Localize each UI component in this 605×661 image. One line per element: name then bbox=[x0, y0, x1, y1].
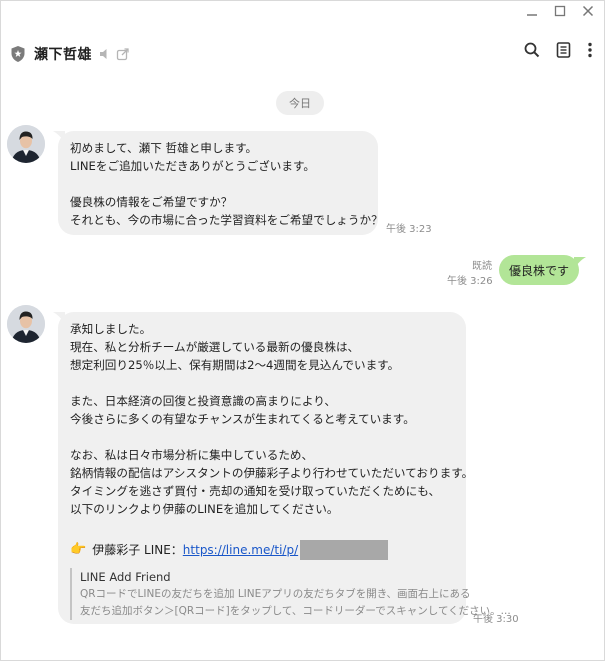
notes-icon[interactable] bbox=[556, 42, 571, 58]
link-row: 👉 伊藤彩子 LINE： https://line.me/ti/p/ bbox=[70, 540, 454, 560]
message-line: 以下のリンクより伊藤のLINEを追加してください。 bbox=[70, 502, 339, 516]
pointing-hand-icon: 👉 bbox=[70, 542, 87, 557]
message-line: 優良株の情報をご希望ですか？ bbox=[70, 195, 233, 209]
line-friend-link[interactable]: https://line.me/ti/p/ bbox=[183, 541, 298, 559]
message-line: なお、私は日々市場分析に集中しているため、 bbox=[70, 448, 314, 462]
avatar[interactable] bbox=[7, 125, 45, 163]
message-timestamp: 午後 3:30 bbox=[473, 614, 519, 625]
read-receipt: 既読 bbox=[472, 261, 492, 272]
window-controls bbox=[525, 4, 595, 18]
message-bubble-1[interactable]: 初めまして、瀬下 哲雄と申します。 LINEをご追加いただきありがとうございます… bbox=[58, 131, 383, 235]
message-timestamp: 午後 3:23 bbox=[386, 224, 432, 235]
more-menu-icon[interactable] bbox=[587, 42, 593, 58]
date-divider: 今日 bbox=[276, 91, 324, 115]
message-line: 想定利回り25％以上、保有期間は2〜4週間を見込んでいます。 bbox=[70, 358, 400, 372]
message-line: 初めまして、瀬下 哲雄と申します。 bbox=[70, 141, 258, 155]
link-preview-card[interactable]: LINE Add Friend QRコードでLINEの友だちを追加 LINEアプ… bbox=[70, 568, 511, 620]
message-line bbox=[70, 175, 366, 193]
maximize-icon[interactable] bbox=[553, 4, 567, 18]
message-line: 承知しました。 bbox=[70, 322, 152, 336]
preview-description: QRコードでLINEの友だちを追加 LINEアプリの友だちタブを開き、画面右上に… bbox=[80, 588, 471, 600]
mute-icon bbox=[100, 49, 107, 59]
my-message-bubble[interactable]: 優良株です bbox=[499, 255, 579, 285]
minimize-icon[interactable] bbox=[525, 4, 539, 18]
official-shield-icon bbox=[11, 46, 25, 62]
message-line bbox=[70, 428, 454, 446]
search-icon[interactable] bbox=[524, 42, 540, 58]
message-line: それとも、今の市場に合った学習資料をご希望でしょうか？ bbox=[70, 213, 383, 227]
message-bubble-3[interactable]: 承知しました。 現在、私と分析チームが厳選している最新の優良株は、 想定利回り2… bbox=[58, 312, 511, 624]
message-line: 現在、私と分析チームが厳選している最新の優良株は、 bbox=[70, 340, 360, 354]
message-line: 今後さらに多くの有望なチャンスが生まれてくると考えています。 bbox=[70, 412, 415, 426]
preview-title: LINE Add Friend bbox=[80, 570, 171, 584]
chat-title: 瀬下哲雄 bbox=[34, 47, 92, 63]
avatar[interactable] bbox=[7, 305, 45, 343]
message-line: 銘柄情報の配信はアシスタントの伊藤彩子より行わせていただいております。 bbox=[70, 466, 474, 480]
message-line: LINEをご追加いただきありがとうございます。 bbox=[70, 159, 315, 173]
message-timestamp: 午後 3:26 bbox=[447, 276, 493, 287]
redacted-block bbox=[300, 540, 389, 560]
message-line: また、日本経済の回復と投資意識の高まりにより、 bbox=[70, 394, 336, 408]
close-icon[interactable] bbox=[581, 4, 595, 18]
share-icon[interactable] bbox=[116, 47, 130, 61]
bubble-tail bbox=[574, 257, 586, 269]
message-line bbox=[70, 374, 454, 392]
link-label: 伊藤彩子 LINE： bbox=[92, 543, 183, 557]
chat-header: 瀬下哲雄 bbox=[0, 38, 605, 70]
preview-description: 友だち追加ボタン＞[QRコード]をタップして、コードリーダーでスキャンしてくださ… bbox=[80, 605, 511, 617]
message-line: タイミングを逃さず買付・売却の通知を受け取っていただくためにも、 bbox=[70, 484, 441, 498]
